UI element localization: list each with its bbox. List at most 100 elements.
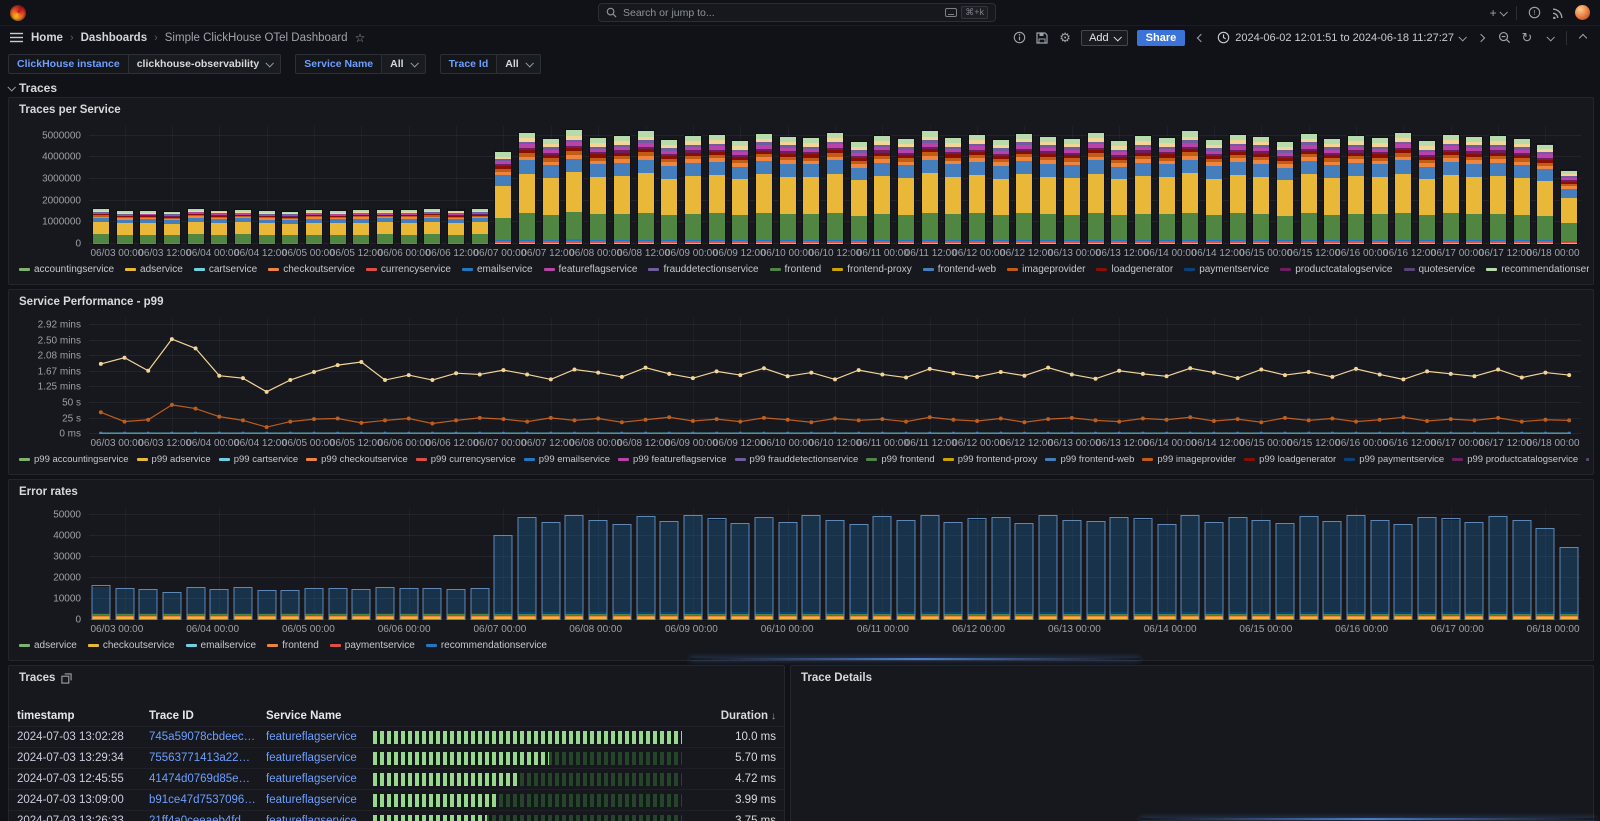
legend-item[interactable]: p99 paymentservice	[1344, 454, 1444, 465]
table-row[interactable]: 2024-07-03 13:02:28745a59078cbdeec39b7..…	[9, 727, 784, 748]
x-tick-label: 06/15 12:00	[1287, 248, 1340, 259]
legend-item[interactable]: frontend-proxy	[832, 264, 911, 275]
time-range-picker[interactable]: 2024-06-02 12:01:51 to 2024-06-18 11:27:…	[1217, 31, 1465, 44]
favorite-star-icon[interactable]: ☆	[355, 31, 366, 45]
traces-per-service-plot[interactable]	[89, 126, 1581, 244]
legend-item[interactable]: paymentservice	[330, 640, 415, 651]
collapse-toolbar-icon[interactable]	[1576, 30, 1590, 46]
save-icon[interactable]	[1035, 30, 1049, 46]
cell-service-link[interactable]: featureflagservice	[266, 794, 373, 806]
legend-item[interactable]: p99 accountingservice	[19, 454, 129, 465]
legend-item[interactable]: frontend	[267, 640, 319, 651]
legend-item[interactable]: p99 frontend	[866, 454, 934, 465]
cell-service-link[interactable]: featureflagservice	[266, 752, 373, 764]
legend-item[interactable]: p99 imageprovider	[1142, 454, 1236, 465]
menu-icon[interactable]	[10, 32, 23, 43]
refresh-icon[interactable]: ↻	[1520, 30, 1534, 46]
legend-item[interactable]: p99 checkoutservice	[306, 454, 408, 465]
news-rss-icon[interactable]	[1551, 5, 1565, 21]
legend-item[interactable]: frontend	[770, 264, 822, 275]
legend-item[interactable]: checkoutservice	[268, 264, 355, 275]
legend-item[interactable]: imageprovider	[1007, 264, 1085, 275]
legend-item[interactable]: emailservice	[186, 640, 257, 651]
share-button[interactable]: Share	[1137, 30, 1186, 46]
legend-item[interactable]: frauddetectionservice	[648, 264, 758, 275]
panel-title[interactable]: Traces	[9, 666, 784, 686]
legend-item[interactable]: accountingservice	[19, 264, 114, 275]
legend-item[interactable]: recommendationservice	[426, 640, 547, 651]
variable-value-dropdown[interactable]: All	[497, 54, 540, 74]
legend-item[interactable]: p99 quoteservice	[1586, 454, 1589, 465]
legend-item[interactable]: p99 frontend-web	[1045, 454, 1134, 465]
new-button[interactable]: +	[1490, 5, 1506, 21]
breadcrumb-home[interactable]: Home	[31, 32, 63, 44]
help-icon[interactable]: !	[1527, 5, 1541, 21]
legend-item[interactable]: productcatalogservice	[1280, 264, 1392, 275]
legend-item[interactable]: adservice	[19, 640, 77, 651]
legend-item[interactable]: recommendationservice	[1486, 264, 1589, 275]
legend-item[interactable]: emailservice	[462, 264, 533, 275]
legend-item[interactable]: p99 loadgenerator	[1244, 454, 1336, 465]
panel-links-icon[interactable]	[61, 673, 72, 684]
bar-segment-frontend	[543, 215, 559, 240]
add-button[interactable]: Add	[1081, 30, 1128, 46]
legend-item[interactable]: p99 currencyservice	[416, 454, 516, 465]
p99-plot[interactable]	[89, 318, 1581, 434]
legend-item[interactable]: p99 emailservice	[524, 454, 610, 465]
col-service-name[interactable]: Service Name	[266, 710, 373, 722]
cell-trace-id-link[interactable]: b91ce47d753709695f1d...	[149, 794, 266, 806]
time-shift-back-icon[interactable]	[1194, 30, 1208, 46]
legend-item[interactable]: loadgenerator	[1096, 264, 1173, 275]
legend-item[interactable]: featureflagservice	[544, 264, 638, 275]
row-header-traces[interactable]: Traces	[0, 79, 1600, 97]
time-shift-forward-icon[interactable]	[1474, 30, 1488, 46]
col-duration[interactable]: Duration↓	[696, 710, 776, 722]
panel-title[interactable]: Service Performance - p99	[9, 290, 1593, 310]
grafana-logo-icon[interactable]	[10, 5, 26, 21]
table-row[interactable]: 2024-07-03 12:45:5541474d0769d85ee2828..…	[9, 769, 784, 790]
table-row[interactable]: 2024-07-03 13:29:3475563771413a22a54618.…	[9, 748, 784, 769]
legend-item[interactable]: p99 featureflagservice	[618, 454, 726, 465]
legend-item[interactable]: cartservice	[194, 264, 257, 275]
legend-item[interactable]: p99 adservice	[137, 454, 211, 465]
legend-item[interactable]: quoteservice	[1404, 264, 1476, 275]
cell-trace-id-link[interactable]: 75563771413a22a54618...	[149, 752, 266, 764]
error-rates-plot[interactable]	[89, 508, 1581, 620]
panel-title[interactable]: Trace Details	[791, 666, 1593, 686]
legend-item[interactable]: frontend-web	[923, 264, 996, 275]
legend-item[interactable]: currencyservice	[366, 264, 451, 275]
cell-service-link[interactable]: featureflagservice	[266, 773, 373, 785]
zoom-out-time-icon[interactable]	[1497, 30, 1511, 46]
bar-segment-frontend	[448, 235, 464, 243]
settings-gear-icon[interactable]: ⚙	[1058, 30, 1072, 46]
legend-item[interactable]: p99 frauddetectionservice	[735, 454, 859, 465]
refresh-interval-dropdown[interactable]	[1543, 30, 1557, 46]
cell-service-link[interactable]: featureflagservice	[266, 815, 373, 821]
search-input[interactable]: Search or jump to... ⌘+k	[598, 3, 996, 22]
x-tick-label: 06/08 00:00	[569, 624, 622, 635]
variable-value-dropdown[interactable]: All	[382, 54, 425, 74]
legend-item[interactable]: adservice	[125, 264, 183, 275]
col-timestamp[interactable]: timestamp	[17, 710, 149, 722]
breadcrumb-dashboards[interactable]: Dashboards	[81, 32, 147, 44]
legend-item[interactable]: p99 frontend-proxy	[943, 454, 1038, 465]
legend-item[interactable]: p99 cartservice	[219, 454, 298, 465]
cell-trace-id-link[interactable]: 21ff4a0ceeaeb4fd90af0...	[149, 815, 266, 821]
legend-item[interactable]: p99 productcatalogservice	[1452, 454, 1578, 465]
bar-segment-cartservice	[1490, 243, 1506, 244]
variable-value-dropdown[interactable]: clickhouse-observability	[129, 54, 282, 74]
panel-title[interactable]: Traces per Service	[9, 98, 1593, 118]
table-row[interactable]: 2024-07-03 13:26:3321ff4a0ceeaeb4fd90af0…	[9, 811, 784, 821]
table-row[interactable]: 2024-07-03 13:09:00b91ce47d753709695f1d.…	[9, 790, 784, 811]
legend-item[interactable]: paymentservice	[1184, 264, 1269, 275]
col-trace-id[interactable]: Trace ID	[149, 710, 266, 722]
cell-trace-id-link[interactable]: 745a59078cbdeec39b7...	[149, 731, 266, 743]
legend-item[interactable]: checkoutservice	[88, 640, 175, 651]
cell-trace-id-link[interactable]: 41474d0769d85ee2828...	[149, 773, 266, 785]
panel-title[interactable]: Error rates	[9, 480, 1593, 500]
bar-segment-adservice	[755, 617, 772, 619]
stacked-bar	[1159, 138, 1175, 244]
dashboard-info-icon[interactable]	[1012, 30, 1026, 46]
cell-service-link[interactable]: featureflagservice	[266, 731, 373, 743]
user-avatar[interactable]	[1575, 5, 1590, 20]
